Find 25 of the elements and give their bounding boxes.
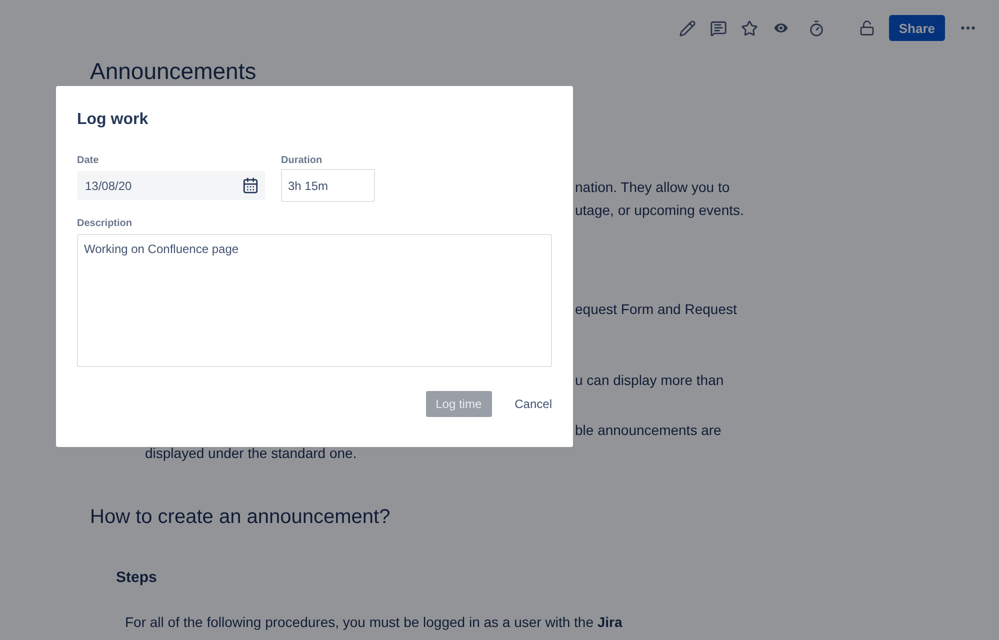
body-text: equest Form and Request [575,300,738,318]
body-text: ble announcements are [575,421,722,439]
subheading: Steps [116,569,158,586]
unlocked-padlock-icon[interactable] [858,20,875,36]
body-paragraph: For all of the following procedures, you must be logged in as a user with the Jira [125,614,624,630]
duration-field[interactable]: 3h 15m [281,169,375,202]
calendar-icon[interactable] [242,177,259,194]
dialog-title: Log work [77,111,150,129]
date-field[interactable]: 13/08/20 [77,171,265,200]
star-icon[interactable] [740,20,758,36]
body-text: u can display more than [575,371,725,389]
page-title: Announcements [90,58,258,85]
cancel-button[interactable]: Cancel [504,391,552,417]
body-text: utage, or upcoming events. [575,201,745,219]
field-label: Duration [281,155,324,166]
edit-pencil-icon[interactable] [678,20,696,36]
body-text: nation. They allow you to [575,178,731,196]
field-label: Description [77,218,134,229]
description-field[interactable]: Working on Confluence page [77,234,552,367]
share-button[interactable]: Share [888,15,945,41]
field-label: Date [77,155,100,166]
stopwatch-icon[interactable] [808,20,825,36]
section-heading: How to create an announcement? [90,506,392,529]
comment-icon[interactable] [710,20,727,36]
body-text: displayed under the standard one. [145,445,358,461]
